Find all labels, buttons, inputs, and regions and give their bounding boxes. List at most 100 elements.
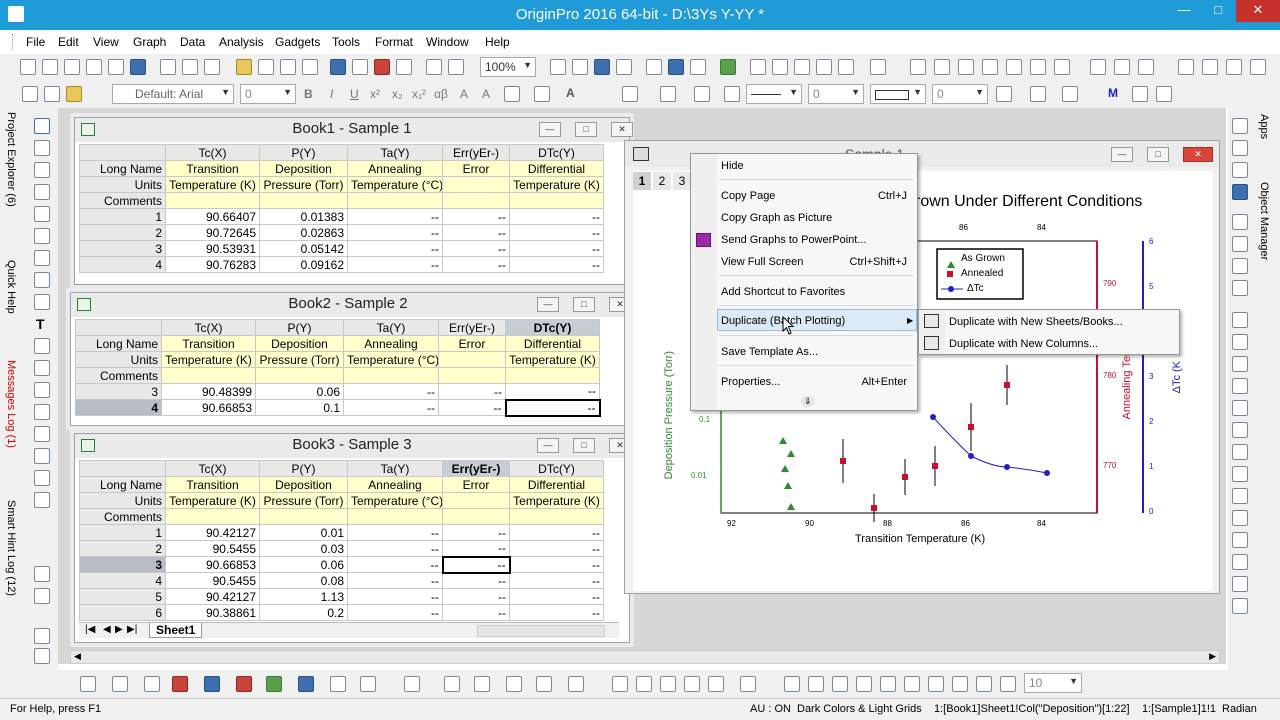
comments-cell[interactable] [442,508,510,525]
border-style-icon[interactable] [1030,86,1046,102]
table-row[interactable]: 2 90.72645 0.02863 -- -- -- [79,224,604,241]
book2-window[interactable]: Book2 - Sample 2 — □ ✕ Tc(X) P(Y) Ta(Y) … [70,292,631,426]
data-cell[interactable]: 90.72645 [165,224,260,241]
save-template-icon[interactable] [302,59,318,75]
align-left-icon[interactable] [504,86,520,102]
units-cell[interactable]: Temperature (K) [165,492,260,509]
print-icon[interactable] [550,59,566,75]
code-builder-icon[interactable] [426,59,442,75]
data-cell[interactable]: 0.08 [259,572,348,589]
data-cell[interactable]: -- [442,604,510,621]
merge-icon[interactable]: M [1108,86,1118,100]
maximize-button[interactable]: □ [1202,0,1234,22]
palette-icon[interactable] [34,628,50,644]
units-cell[interactable]: Temperature (°C) [343,351,439,368]
copy-page-icon[interactable] [572,59,588,75]
long-name-cell[interactable]: Deposition [255,335,344,352]
data-reader-icon[interactable] [794,59,810,75]
data-cell[interactable]: -- [509,524,604,541]
units-cell[interactable]: Temperature (K) [165,176,260,193]
column-header[interactable]: Err(yEr-) [442,144,510,161]
data-cell[interactable]: -- [442,240,510,257]
object-3-icon[interactable] [832,676,848,692]
row-label[interactable]: Comments [75,367,162,384]
open-icon[interactable] [236,59,252,75]
row-number[interactable]: 1 [79,208,166,225]
symbol-icon[interactable] [724,86,740,102]
menu-item-copy-page[interactable]: Copy Page [721,190,775,202]
workspace-scrollbar[interactable]: ◀ ▶ [70,650,1220,664]
sheet-tab-sheet1[interactable]: Sheet1 [149,623,203,638]
arrow-tool-icon[interactable] [34,338,50,354]
distribute-icon[interactable] [982,59,998,75]
new-function-icon[interactable] [108,59,124,75]
comments-cell[interactable] [161,367,256,384]
row-number[interactable]: 3 [75,383,162,400]
table-row[interactable]: 2 90.5455 0.03 -- -- -- [79,540,604,557]
results-log-icon[interactable] [448,59,464,75]
data-cell[interactable]: -- [343,399,439,416]
data-cell[interactable]: -- [347,208,443,225]
data-cell[interactable]: 90.38861 [165,604,260,621]
new-graph-icon[interactable] [64,59,80,75]
row-label[interactable]: Units [79,176,166,193]
line-color-icon[interactable] [694,86,710,102]
arrange-icon[interactable] [870,59,886,75]
menu-item-send-to-powerpoint[interactable]: Send Graphs to PowerPoint... [721,234,867,246]
table-row[interactable]: 3 90.66853 0.06 -- -- -- [79,555,604,574]
object-7-icon[interactable] [928,676,944,692]
table-row[interactable]: 6 90.38861 0.2 -- -- -- [79,604,604,621]
screen-reader-icon[interactable] [34,206,50,222]
row-number[interactable]: 4 [79,572,166,589]
column-header[interactable]: Ta(Y) [347,144,443,161]
region-tool-icon[interactable] [34,404,50,420]
next-sheet-icon[interactable]: ▶ [115,624,123,635]
long-name-cell[interactable]: Deposition [259,476,348,493]
book3-window[interactable]: Book3 - Sample 3 — □ ✕ Tc(X) P(Y) Ta(Y) … [74,433,631,643]
comments-cell[interactable] [505,367,600,384]
align-top-icon[interactable] [910,59,926,75]
data-cell[interactable]: -- [347,540,443,557]
border-icon[interactable] [996,86,1012,102]
graph-maximize-button[interactable]: □ [1147,147,1169,162]
data-cell[interactable]: 0.2 [259,604,348,621]
data-cell[interactable]: -- [442,224,510,241]
data-cell[interactable]: -- [347,604,443,621]
units-cell[interactable]: Pressure (Torr) [255,351,344,368]
app-5-icon[interactable] [1232,214,1248,230]
insert-graph-icon[interactable] [34,448,50,464]
subscript-icon[interactable]: x₂ [392,87,403,101]
app-12-icon[interactable] [1232,378,1248,394]
italic-icon[interactable]: I [330,87,333,101]
line-symbol-plot-icon[interactable] [144,676,160,692]
data-cell[interactable]: 90.76283 [165,256,260,273]
align-bottom-icon[interactable] [958,59,974,75]
graph-minimize-button[interactable]: — [1111,147,1133,162]
book3-maximize-button[interactable]: □ [573,438,595,453]
menu-item-copy-graph-as-picture[interactable]: Copy Graph as Picture [721,212,832,224]
comments-cell[interactable] [343,367,439,384]
data-cell[interactable]: 1.13 [259,588,348,605]
wire-plot-icon[interactable] [474,676,490,692]
menu-item-properties[interactable]: Properties... [721,376,780,388]
data-cell[interactable]: 90.66407 [165,208,260,225]
app-20-icon[interactable] [1232,554,1248,570]
data-reader-tool-icon[interactable] [34,228,50,244]
column-header-selected[interactable]: Err(yEr-) [442,460,510,477]
high-low-plot-icon[interactable] [330,676,346,692]
box-plot-icon[interactable] [708,676,724,692]
active-cell[interactable]: -- [504,398,601,417]
image-plot-icon[interactable] [536,676,552,692]
submenu-item-new-sheets-books[interactable]: Duplicate with New Sheets/Books... [949,316,1123,328]
new-notes-icon[interactable] [160,59,176,75]
messages-log-tab[interactable]: Messages Log (1) [5,360,17,448]
row-number[interactable]: 3 [79,556,166,573]
long-name-cell[interactable]: Annealing [347,476,443,493]
find-icon[interactable] [750,59,766,75]
filter-clear-icon[interactable] [1114,59,1130,75]
menu-help[interactable]: Help [485,35,510,49]
long-name-cell[interactable]: Annealing [343,335,439,352]
front-icon[interactable] [1054,59,1070,75]
first-sheet-icon[interactable]: |◀ [85,624,95,635]
new-project-icon[interactable] [20,59,36,75]
